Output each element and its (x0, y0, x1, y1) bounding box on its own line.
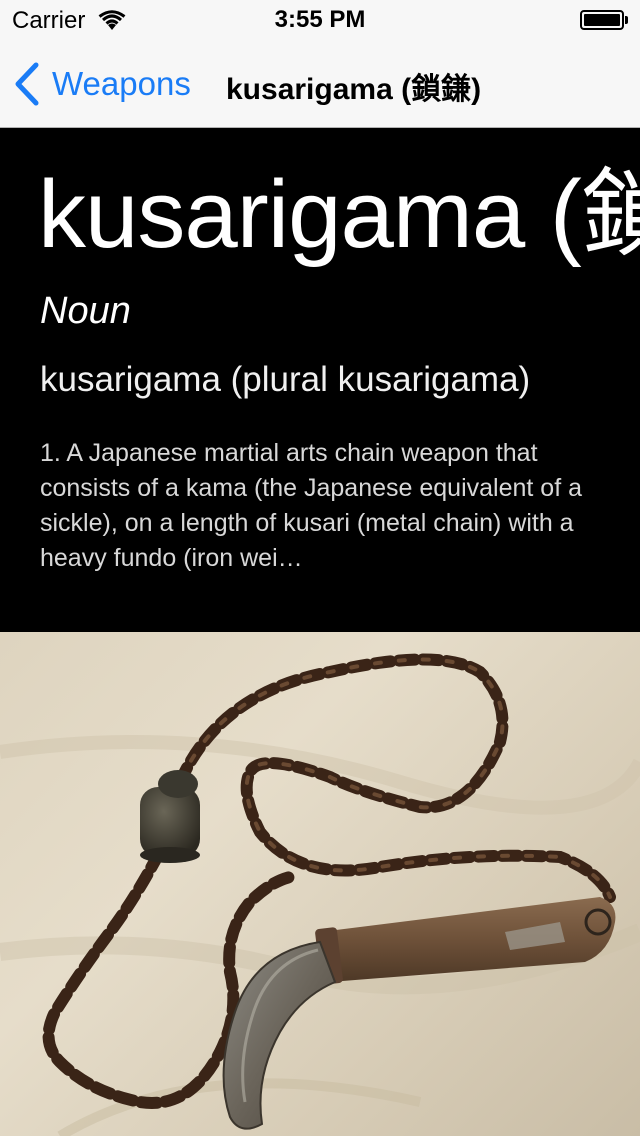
back-button-label: Weapons (52, 65, 191, 102)
headword: kusarigama (鎖鎌) (38, 161, 640, 268)
chevron-left-icon (15, 62, 39, 106)
back-button[interactable]: Weapons (14, 60, 191, 108)
definition-sense[interactable]: 1. A Japanese martial arts chain weapon … (40, 436, 600, 576)
clock: 3:55 PM (274, 6, 366, 33)
weapon-photo (0, 632, 640, 1136)
definition-panel: kusarigama (鎖鎌) Noun kusarigama (plural … (0, 128, 640, 632)
part-of-speech: Noun (40, 290, 131, 332)
battery-icon (580, 10, 628, 30)
nav-title: kusarigama (鎖鎌) (226, 73, 482, 106)
status-bar: Carrier 3:55 PM (0, 0, 640, 40)
navigation-bar: Weapons kusarigama (鎖鎌) (0, 40, 640, 128)
inflection-line: kusarigama (plural kusarigama) (40, 360, 531, 399)
